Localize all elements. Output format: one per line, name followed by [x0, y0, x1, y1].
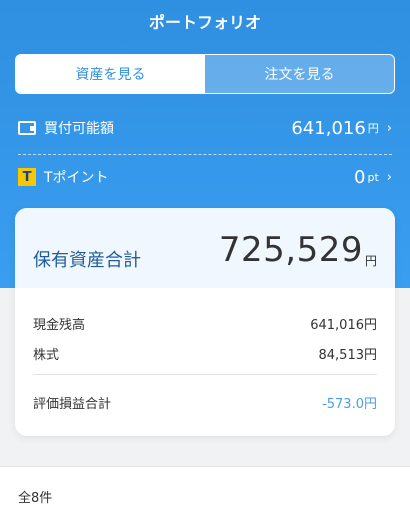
holdings-list-header: 全8件	[0, 466, 410, 512]
tab-assets[interactable]: 資産を見る	[16, 55, 205, 93]
divider	[18, 154, 392, 155]
chevron-right-icon: ›	[386, 120, 392, 136]
buying-power-label: 買付可能額	[44, 121, 114, 137]
cash-balance-label: 現金残高	[33, 317, 86, 333]
stocks-label: 株式	[33, 347, 60, 363]
unrealized-pl-value: -573.0円	[322, 396, 377, 412]
unrealized-pl-label: 評価損益合計	[33, 396, 112, 412]
cash-balance-row: 現金残高 641,016円	[33, 311, 377, 335]
holdings-count: 全8件	[18, 491, 53, 506]
tpoint-value: 0	[354, 166, 366, 188]
cash-balance-value: 641,016円	[310, 317, 377, 333]
total-assets-card: 保有資産合計 725,529 円 現金残高 641,016円 株式 84,513…	[15, 208, 395, 436]
tpoint-label: Tポイント	[44, 170, 109, 186]
total-assets-value: 725,529	[218, 230, 363, 270]
stocks-value: 84,513円	[318, 347, 378, 363]
tpoint-row[interactable]: T Tポイント 0 pt ›	[18, 157, 392, 197]
total-assets-label: 保有資産合計	[33, 250, 141, 271]
tpoint-logo-icon: T	[18, 168, 36, 186]
page-title: ポートフォリオ	[148, 13, 261, 32]
chevron-right-icon: ›	[386, 169, 392, 185]
buying-power-unit: 円	[367, 122, 379, 135]
card-divider	[33, 374, 377, 375]
tab-orders[interactable]: 注文を見る	[205, 55, 394, 93]
view-segmented-control: 資産を見る 注文を見る	[15, 54, 395, 94]
wallet-icon	[18, 121, 36, 135]
stocks-row: 株式 84,513円	[33, 341, 377, 365]
total-assets-unit: 円	[364, 254, 377, 268]
buying-power-row[interactable]: 買付可能額 641,016 円 ›	[18, 108, 392, 148]
unrealized-pl-row: 評価損益合計 -573.0円	[33, 390, 377, 414]
tpoint-unit: pt	[367, 170, 379, 184]
buying-power-value: 641,016	[291, 117, 366, 139]
